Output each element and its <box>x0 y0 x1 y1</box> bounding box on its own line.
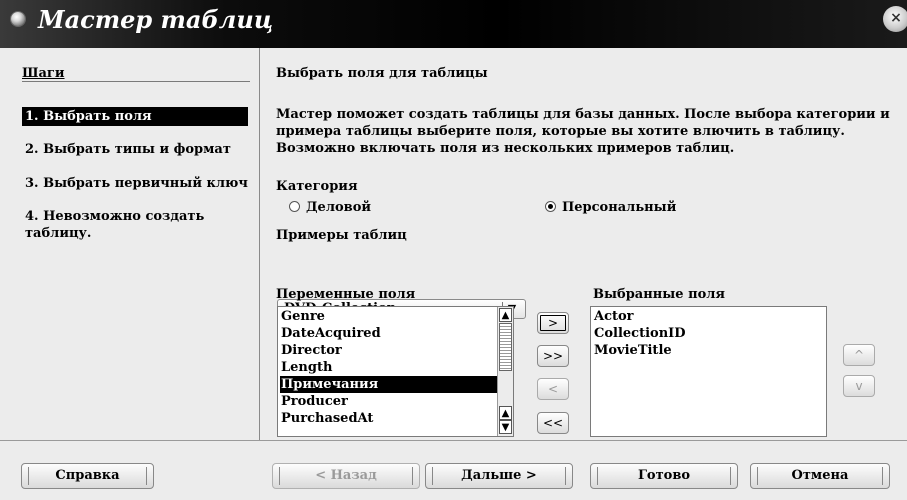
step-select-fields[interactable]: 1. Выбрать поля <box>22 107 248 126</box>
selected-fields-label: Выбранные поля <box>593 287 726 302</box>
finish-button[interactable]: Готово <box>590 463 738 489</box>
back-button[interactable]: < Назад <box>272 463 420 489</box>
scroll-thumb[interactable] <box>499 323 512 371</box>
list-item[interactable]: Actor <box>593 308 634 325</box>
list-item[interactable]: CollectionID <box>593 325 686 342</box>
move-down-button[interactable]: v <box>843 375 875 397</box>
radio-personal-indicator <box>545 201 556 212</box>
list-item[interactable]: DateAcquired <box>280 325 498 342</box>
radio-personal[interactable]: Персональный <box>545 200 676 215</box>
step-create-table[interactable]: 4. Невозможно создать таблицу. <box>22 207 222 243</box>
available-fields-scrollbar[interactable]: ▲ ▲ ▼ <box>497 307 513 436</box>
available-fields-label: Переменные поля <box>276 287 416 302</box>
radio-personal-label: Персональный <box>562 200 677 215</box>
radio-business[interactable]: Деловой <box>289 200 371 215</box>
scroll-up-icon[interactable]: ▲ <box>499 406 512 420</box>
step-primary-key[interactable]: 3. Выбрать первичный ключ <box>22 174 248 193</box>
window-title: Мастер таблиц <box>38 5 274 34</box>
list-item[interactable]: Length <box>280 359 498 376</box>
scroll-down-icon[interactable]: ▼ <box>499 420 512 434</box>
window-menu-icon[interactable] <box>11 12 25 26</box>
help-button[interactable]: Справка <box>21 463 154 489</box>
list-item[interactable]: Genre <box>280 308 498 325</box>
table-wizard-window: Мастер таблиц × Шаги 1. Выбрать поля 2. … <box>0 0 907 500</box>
steps-heading: Шаги <box>22 66 65 81</box>
list-item[interactable]: PurchasedAt <box>280 410 498 427</box>
steps-divider <box>22 81 250 82</box>
move-all-right-button[interactable]: >> <box>537 345 569 367</box>
samples-label: Примеры таблиц <box>276 228 407 243</box>
list-item-selected[interactable]: Примечания <box>280 376 498 393</box>
list-item[interactable]: MovieTitle <box>593 342 672 359</box>
steps-sidebar: Шаги 1. Выбрать поля 2. Выбрать типы и ф… <box>0 48 260 440</box>
move-right-button[interactable]: > <box>537 312 569 334</box>
list-item[interactable]: Director <box>280 342 498 359</box>
move-up-button[interactable]: ^ <box>843 344 875 366</box>
button-bar: Справка < Назад Дальше > Готово Отмена <box>0 440 907 500</box>
list-item[interactable]: Producer <box>280 393 498 410</box>
page-title: Выбрать поля для таблицы <box>276 66 488 81</box>
selected-fields-list[interactable]: Actor CollectionID MovieTitle <box>590 306 827 437</box>
move-left-button[interactable]: < <box>537 378 569 400</box>
radio-business-label: Деловой <box>306 200 372 215</box>
radio-business-indicator <box>289 201 300 212</box>
scroll-up-icon[interactable]: ▲ <box>499 308 512 322</box>
page-description: Мастер поможет создать таблицы для базы … <box>276 107 890 156</box>
available-fields-list[interactable]: Genre DateAcquired Director Length Приме… <box>277 306 514 437</box>
category-label: Категория <box>276 179 358 194</box>
close-icon[interactable]: × <box>883 6 907 32</box>
title-bar[interactable]: Мастер таблиц × <box>0 0 907 48</box>
main-panel: Выбрать поля для таблицы Мастер поможет … <box>260 48 907 440</box>
cancel-button[interactable]: Отмена <box>750 463 890 489</box>
step-select-types[interactable]: 2. Выбрать типы и формат <box>22 140 248 159</box>
next-button[interactable]: Дальше > <box>425 463 573 489</box>
move-all-left-button[interactable]: << <box>537 412 569 434</box>
